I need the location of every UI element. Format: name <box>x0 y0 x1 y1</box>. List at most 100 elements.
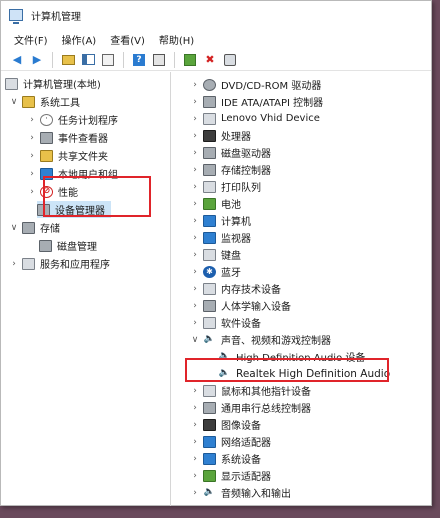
device-category-processor[interactable]: › 处理器 <box>190 127 251 144</box>
tree-item-label: 本地用户和组 <box>58 170 118 181</box>
tree-item-storage[interactable]: ∨ 存储 <box>9 219 60 236</box>
chevron-right-icon[interactable]: › <box>190 148 200 158</box>
properties-icon[interactable] <box>100 52 116 68</box>
chevron-right-icon[interactable]: › <box>190 403 200 413</box>
menu-help[interactable]: 帮助(H) <box>152 32 201 47</box>
device-label: Realtek High Definition Audio <box>236 367 391 380</box>
device-category-bluetooth[interactable]: › ✱ 蓝牙 <box>190 263 241 280</box>
chevron-right-icon[interactable]: › <box>190 437 200 447</box>
chevron-right-icon[interactable]: › <box>190 233 200 243</box>
update-driver-icon[interactable] <box>182 52 198 68</box>
tree-item-device-manager[interactable]: 设备管理器 <box>37 201 111 218</box>
show-hide-tree-icon[interactable] <box>80 52 96 68</box>
chevron-right-icon[interactable]: › <box>190 284 200 294</box>
device-category-imaging[interactable]: › 图像设备 <box>190 416 261 433</box>
chevron-right-icon[interactable]: › <box>190 454 200 464</box>
device-category-software-device[interactable]: › 软件设备 <box>190 314 261 331</box>
chevron-down-icon[interactable]: ∨ <box>9 97 19 107</box>
chevron-right-icon[interactable]: › <box>190 182 200 192</box>
chevron-right-icon[interactable]: › <box>190 165 200 175</box>
chevron-right-icon[interactable]: › <box>190 216 200 226</box>
uninstall-icon[interactable]: ✖ <box>202 52 218 68</box>
chevron-right-icon[interactable]: › <box>27 169 37 179</box>
chevron-right-icon[interactable]: › <box>27 115 37 125</box>
menu-action[interactable]: 操作(A) <box>55 32 104 47</box>
device-category-usb[interactable]: › 通用串行总线控制器 <box>190 399 311 416</box>
chevron-down-icon[interactable]: ∨ <box>190 335 200 345</box>
device-category-network[interactable]: › 网络适配器 <box>190 433 271 450</box>
device-category-disk-drive[interactable]: › 磁盘驱动器 <box>190 144 271 161</box>
device-category-battery[interactable]: › 电池 <box>190 195 241 212</box>
audio-io-icon: 🔈 <box>203 487 216 497</box>
device-realtek-hd-audio[interactable]: 🔈 Realtek High Definition Audio <box>218 365 390 382</box>
chevron-right-icon[interactable]: › <box>190 250 200 260</box>
device-category-storage-controller[interactable]: › 存储控制器 <box>190 161 271 178</box>
chevron-right-icon[interactable]: › <box>190 301 200 311</box>
device-category-display-adapter[interactable]: › 显示适配器 <box>190 467 271 484</box>
tree-item-event-viewer[interactable]: › 事件查看器 <box>27 129 108 146</box>
chevron-right-icon[interactable]: › <box>190 80 200 90</box>
toolbar-separator <box>52 51 53 68</box>
device-label: 网络适配器 <box>221 438 271 449</box>
memory-icon <box>203 282 216 295</box>
tree-item-label: 事件查看器 <box>58 134 108 145</box>
clock-icon: · <box>40 113 53 126</box>
device-category-keyboard[interactable]: › 键盘 <box>190 246 241 263</box>
device-label: 通用串行总线控制器 <box>221 404 311 415</box>
device-category-system[interactable]: › 系统设备 <box>190 450 261 467</box>
chevron-right-icon[interactable]: › <box>190 267 200 277</box>
device-hd-audio[interactable]: 🔈 High Definition Audio 设备 <box>218 348 365 365</box>
bluetooth-icon: ✱ <box>203 265 216 278</box>
tree-item-task-scheduler[interactable]: › · 任务计划程序 <box>27 111 118 128</box>
device-category-memory-tech[interactable]: › 内存技术设备 <box>190 280 281 297</box>
storage-controller-icon <box>203 163 216 176</box>
show-hidden-icon[interactable] <box>151 52 167 68</box>
chevron-right-icon[interactable]: › <box>190 386 200 396</box>
device-category-audio-io[interactable]: › 🔈 音频输入和输出 <box>190 484 291 501</box>
tree-item-label: 设备管理器 <box>55 206 105 217</box>
chevron-down-icon[interactable]: ∨ <box>9 223 19 233</box>
menu-file[interactable]: 文件(F) <box>7 32 55 47</box>
chevron-right-icon[interactable]: › <box>27 133 37 143</box>
chevron-right-icon[interactable]: › <box>190 199 200 209</box>
device-category-print-queue[interactable]: › 打印队列 <box>190 178 261 195</box>
chevron-right-icon[interactable]: › <box>9 259 19 269</box>
chevron-right-icon[interactable]: › <box>190 114 200 124</box>
chevron-right-icon[interactable]: › <box>190 488 200 498</box>
chevron-right-icon[interactable]: › <box>27 151 37 161</box>
forward-arrow-icon[interactable]: ▶ <box>29 52 45 68</box>
tree-item-services-apps[interactable]: › 服务和应用程序 <box>9 255 110 272</box>
chevron-right-icon[interactable]: › <box>190 318 200 328</box>
device-category-computer[interactable]: › 计算机 <box>190 212 251 229</box>
chevron-right-icon[interactable]: › <box>190 131 200 141</box>
tree-item-computer-management[interactable]: 计算机管理(本地) <box>5 75 101 92</box>
device-category-sound-video[interactable]: ∨ 🔈 声音、视频和游戏控制器 <box>190 331 331 348</box>
chevron-right-icon[interactable]: › <box>27 187 37 197</box>
up-folder-icon[interactable] <box>60 52 76 68</box>
battery-icon <box>203 197 216 210</box>
tree-item-shared-folders[interactable]: › 共享文件夹 <box>27 147 108 164</box>
device-category-hid[interactable]: › 人体学输入设备 <box>190 297 291 314</box>
left-navigation-tree: 计算机管理(本地) ∨ 系统工具 › · 任务计划程序 › 事件查看器 › 共享… <box>1 72 171 506</box>
chevron-right-icon[interactable]: › <box>190 97 200 107</box>
scan-hardware-icon[interactable] <box>222 52 238 68</box>
device-category-mouse[interactable]: › 鼠标和其他指针设备 <box>190 382 311 399</box>
help-icon[interactable]: ? <box>131 52 147 68</box>
device-label: 音频输入和输出 <box>221 489 291 500</box>
device-category-dvd[interactable]: › DVD/CD-ROM 驱动器 <box>190 76 321 93</box>
device-category-monitor[interactable]: › 监视器 <box>190 229 251 246</box>
chevron-right-icon[interactable]: › <box>190 471 200 481</box>
device-category-lenovo-vhid[interactable]: › Lenovo Vhid Device <box>190 110 320 127</box>
tree-item-local-users[interactable]: › 本地用户和组 <box>27 165 118 182</box>
menu-view[interactable]: 查看(V) <box>103 32 152 47</box>
chevron-right-icon[interactable]: › <box>190 420 200 430</box>
performance-icon: ⊘ <box>40 185 53 198</box>
tree-item-disk-management[interactable]: 磁盘管理 <box>39 237 97 254</box>
back-arrow-icon[interactable]: ◀ <box>9 52 25 68</box>
tree-item-performance[interactable]: › ⊘ 性能 <box>27 183 78 200</box>
speaker-icon: 🔈 <box>218 351 231 361</box>
computer-manage-icon <box>5 77 18 90</box>
device-label: 人体学输入设备 <box>221 302 291 313</box>
tree-item-system-tools[interactable]: ∨ 系统工具 <box>9 93 80 110</box>
device-category-ide[interactable]: › IDE ATA/ATAPI 控制器 <box>190 93 323 110</box>
